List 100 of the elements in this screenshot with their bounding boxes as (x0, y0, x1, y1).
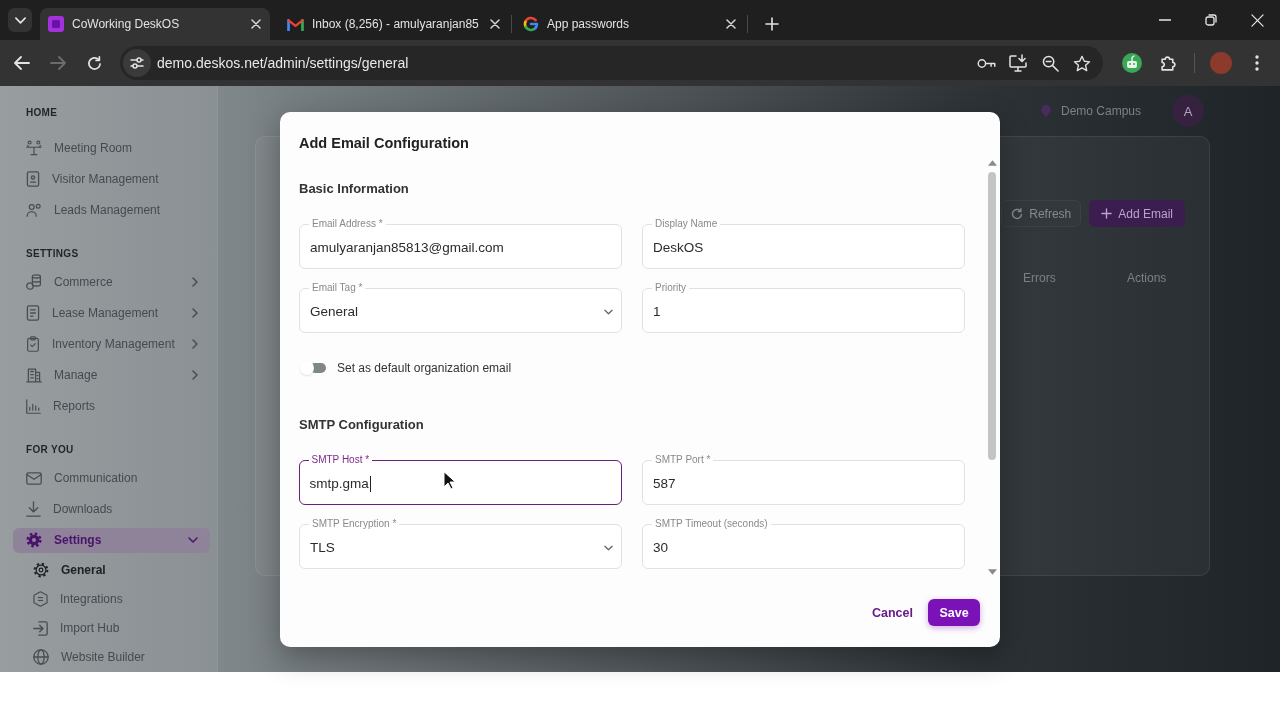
chevron-right-icon (192, 308, 198, 318)
save-button[interactable]: Save (928, 599, 980, 626)
close-icon[interactable] (490, 19, 500, 29)
gear-icon (33, 562, 49, 578)
sidebar-item[interactable]: Settings (13, 527, 210, 553)
input-field[interactable]: Email Address * amulyaranjan85813@gmail.com (299, 218, 622, 269)
key-icon[interactable] (976, 57, 996, 69)
toggle-label: Set as default organization email (337, 361, 512, 375)
input-field[interactable]: SMTP Port * 587 (642, 454, 965, 505)
back-icon[interactable] (14, 56, 30, 70)
monitor-download-icon[interactable] (1009, 54, 1027, 72)
close-icon[interactable] (251, 19, 261, 29)
section-heading: SMTP Configuration (299, 416, 424, 434)
sidebar-subitem[interactable]: Import Hub (13, 615, 210, 641)
sidebar-item[interactable]: Commerce (13, 269, 210, 295)
chevron-right-icon (192, 370, 198, 380)
clipboard-check-icon (26, 336, 40, 352)
mail-icon (287, 17, 304, 31)
reload-icon[interactable] (86, 55, 102, 71)
input-field[interactable]: Priority 1 (642, 282, 965, 333)
sidebar-subitem[interactable]: Website Builder (13, 644, 210, 670)
sidebar-item[interactable]: Meeting Room (13, 135, 210, 161)
id-badge-icon (26, 171, 40, 187)
browser-tab[interactable]: Inbox (8,256) - amulyaranjan85 (279, 8, 509, 40)
document-icon (26, 305, 40, 321)
add-email-button[interactable]: Add Email (1089, 200, 1185, 227)
zoom-out-icon[interactable] (1041, 54, 1059, 72)
plus-icon (1101, 208, 1113, 219)
field-label: Priority (654, 282, 688, 294)
sidebar-subitem[interactable]: Integrations (13, 586, 210, 612)
people-table-icon (26, 140, 42, 156)
sidebar-subitem[interactable]: General (13, 557, 210, 583)
field-label: SMTP Host * (310, 454, 371, 466)
field-label: SMTP Timeout (seconds) (654, 518, 769, 530)
puzzle-icon[interactable] (1159, 54, 1177, 72)
sidebar-item[interactable]: Reports (13, 393, 210, 419)
column-header: Actions (1127, 271, 1168, 285)
browser-tab[interactable]: CoWorking DeskOS (40, 8, 270, 40)
refresh-button[interactable]: Refresh (1001, 200, 1082, 227)
field-label: SMTP Port * (654, 454, 712, 466)
chevron-right-icon (192, 339, 198, 349)
multicolor-ring-icon (523, 16, 539, 32)
globe-icon (33, 649, 49, 665)
plus-icon[interactable] (765, 17, 779, 31)
sidebar-item[interactable]: Lease Management (13, 300, 210, 326)
download-icon (26, 501, 41, 517)
location-pin-icon (1040, 104, 1051, 118)
sidebar-item[interactable]: Manage (13, 362, 210, 388)
close-icon[interactable] (1250, 13, 1264, 27)
user-icon (26, 202, 42, 218)
chevron-down-icon (604, 544, 613, 551)
sidebar-item[interactable]: Visitor Management (13, 166, 210, 192)
star-icon[interactable] (1073, 54, 1091, 72)
hexagon-icon (33, 591, 48, 607)
chevron-down-icon (188, 537, 198, 543)
site-settings-icon[interactable] (123, 49, 151, 77)
sidebar-item[interactable]: Inventory Management (13, 331, 210, 357)
chevron-down-icon (604, 308, 613, 315)
tab-search-button[interactable] (8, 8, 32, 32)
cancel-button[interactable]: Cancel (864, 599, 921, 626)
text-cursor-icon (369, 475, 371, 492)
restore-icon[interactable] (1205, 14, 1217, 26)
scrollbar-thumb[interactable] (988, 172, 996, 460)
gear-icon (26, 532, 42, 548)
scroll-up-arrow-icon[interactable] (987, 160, 997, 166)
user-avatar[interactable]: A (1172, 95, 1204, 127)
robot-icon[interactable] (1122, 53, 1142, 73)
sidebar-item[interactable]: Downloads (13, 496, 210, 522)
field-label: Display Name (654, 218, 719, 230)
chevron-down-icon (14, 16, 26, 24)
section-title: HOME (25, 106, 58, 120)
field-label: Email Address * (311, 218, 384, 230)
sidebar-item[interactable]: Leads Management (13, 197, 210, 223)
mouse-pointer-icon (443, 471, 455, 490)
more-icon[interactable] (1255, 55, 1259, 71)
section-title: FOR YOU (25, 443, 74, 457)
location-label[interactable]: Demo Campus (1060, 104, 1141, 118)
square-logo-icon (48, 16, 64, 32)
dropdown-field[interactable]: SMTP Encryption * TLS (299, 518, 622, 569)
input-field[interactable]: Display Name DeskOS (642, 218, 965, 269)
bar-chart-icon (26, 398, 41, 414)
field-label: SMTP Encryption * (311, 518, 398, 530)
refresh-icon (1011, 207, 1024, 220)
building-icon (26, 367, 42, 383)
field-label: Email Tag * (311, 282, 364, 294)
browser-tab[interactable]: App passwords (515, 8, 745, 40)
section-heading: Basic Information (299, 180, 409, 198)
input-field[interactable]: SMTP Timeout (seconds) 30 (642, 518, 965, 569)
sidebar-item[interactable]: Communication (13, 465, 210, 491)
dropdown-field[interactable]: Email Tag * General (299, 282, 622, 333)
chevron-right-icon (192, 277, 198, 287)
import-icon (33, 620, 48, 636)
address-bar[interactable]: demo.deskos.net/admin/settings/general (120, 46, 1103, 80)
close-icon[interactable] (726, 19, 736, 29)
column-header: Errors (1023, 271, 1057, 285)
mail-icon (26, 471, 42, 485)
section-title: SETTINGS (25, 247, 79, 261)
input-field[interactable]: SMTP Host * smtp.gma (299, 454, 622, 505)
toggle-switch[interactable] (299, 359, 327, 377)
scroll-down-arrow-icon[interactable] (987, 569, 997, 575)
